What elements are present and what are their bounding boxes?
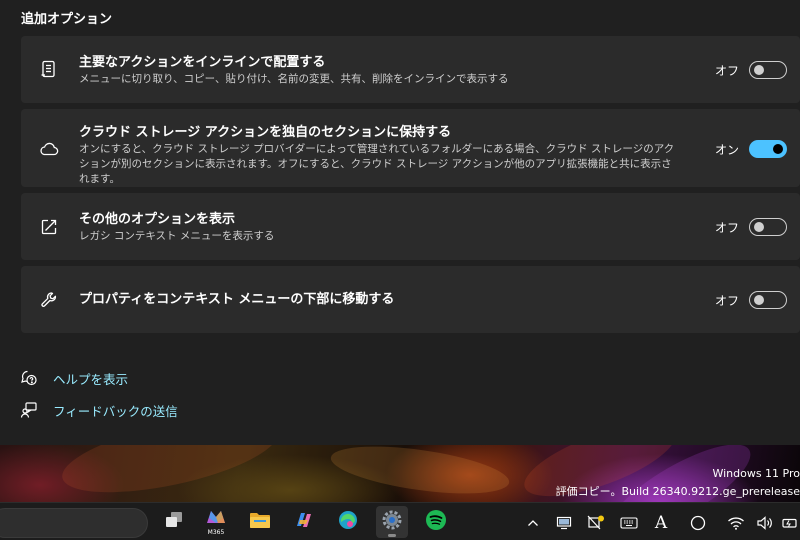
option-description: メニューに切り取り、コピー、貼り付け、名前の変更、共有、削除をインラインで表示す… [79,73,509,85]
toggle-state-label: オフ [715,294,740,308]
toggle-knob [754,295,764,305]
chevron-up-icon[interactable] [524,514,542,532]
feedback-link[interactable]: フィードバックの送信 [19,400,178,420]
copilot-button[interactable] [288,506,320,538]
gear-icon [381,509,403,535]
keyboard-icon[interactable] [620,514,638,532]
option-show-more-options: その他のオプションを表示 レガシ コンテキスト メニューを表示する オフ [21,193,800,260]
battery-icon[interactable] [782,514,798,532]
option-inline-actions: 主要なアクションをインラインで配置する メニューに切り取り、コピー、貼り付け、名… [21,36,800,103]
option-description: レガシ コンテキスト メニューを表示する [79,230,275,242]
move-properties-toggle[interactable] [749,291,787,309]
edge-button[interactable] [332,506,364,538]
settings-app-button[interactable] [376,506,408,538]
toggle-state-label: オフ [715,221,740,235]
edge-icon [337,509,359,535]
monitor-icon[interactable] [555,514,573,532]
taskbar: M365 A [0,502,800,540]
wifi-icon[interactable] [727,514,745,532]
section-title: 追加オプション [21,12,113,27]
option-cloud-storage-section: クラウド ストレージ アクションを独自のセクションに保持する オンにすると、クラ… [21,109,800,187]
toggle-knob [754,222,764,232]
file-explorer-button[interactable] [244,506,276,538]
option-title: その他のオプションを表示 [79,212,236,227]
option-move-properties: プロパティをコンテキスト メニューの下部に移動する オフ [21,266,800,333]
help-link-text[interactable]: ヘルプを表示 [53,369,128,388]
feedback-link-text[interactable]: フィードバックの送信 [53,401,178,420]
task-view-icon [163,510,185,534]
watermark-edition: Windows 11 Pro [712,467,800,480]
ime-indicator[interactable]: A [652,513,670,533]
folder-icon [248,510,272,534]
copilot-icon [293,509,315,535]
open-external-icon [39,217,59,237]
watermark-build: 評価コピー。Build 26340.9212.ge_prerelease [555,485,800,498]
taskbar-search-box[interactable] [0,508,148,538]
m365-app-button[interactable]: M365 [200,506,232,538]
inline-actions-toggle[interactable] [749,61,787,79]
network-warning-icon[interactable] [587,514,605,532]
option-title: プロパティをコンテキスト メニューの下部に移動する [79,292,395,307]
spotify-icon [425,509,447,535]
feedback-icon [19,400,39,420]
desktop-wallpaper: Windows 11 Pro 評価コピー。Build 26340.9212.ge… [0,445,800,502]
toggle-knob [754,65,764,75]
list-inline-icon [39,59,59,79]
m365-label: M365 [207,528,225,536]
option-description: オンにすると、クラウド ストレージ プロバイダーによって管理されているフォルダー… [79,143,675,185]
wrench-icon [39,290,59,310]
cloud-icon [39,139,59,159]
spotify-button[interactable] [420,506,452,538]
help-icon [19,368,39,388]
option-title: 主要なアクションをインラインで配置する [79,55,326,70]
show-more-options-toggle[interactable] [749,218,787,236]
cloud-storage-section-toggle[interactable] [749,140,787,158]
toggle-state-label: オフ [715,64,740,78]
help-link[interactable]: ヘルプを表示 [19,368,128,388]
toggle-state-label: オン [715,143,740,157]
focus-assist-icon[interactable] [689,514,707,532]
task-view-button[interactable] [158,506,190,538]
m365-icon [205,509,227,529]
settings-page: 追加オプション 主要なアクションをインラインで配置する メニューに切り取り、コピ… [0,0,800,540]
volume-icon[interactable] [756,514,774,532]
option-title: クラウド ストレージ アクションを独自のセクションに保持する [79,125,452,140]
toggle-knob [773,144,783,154]
